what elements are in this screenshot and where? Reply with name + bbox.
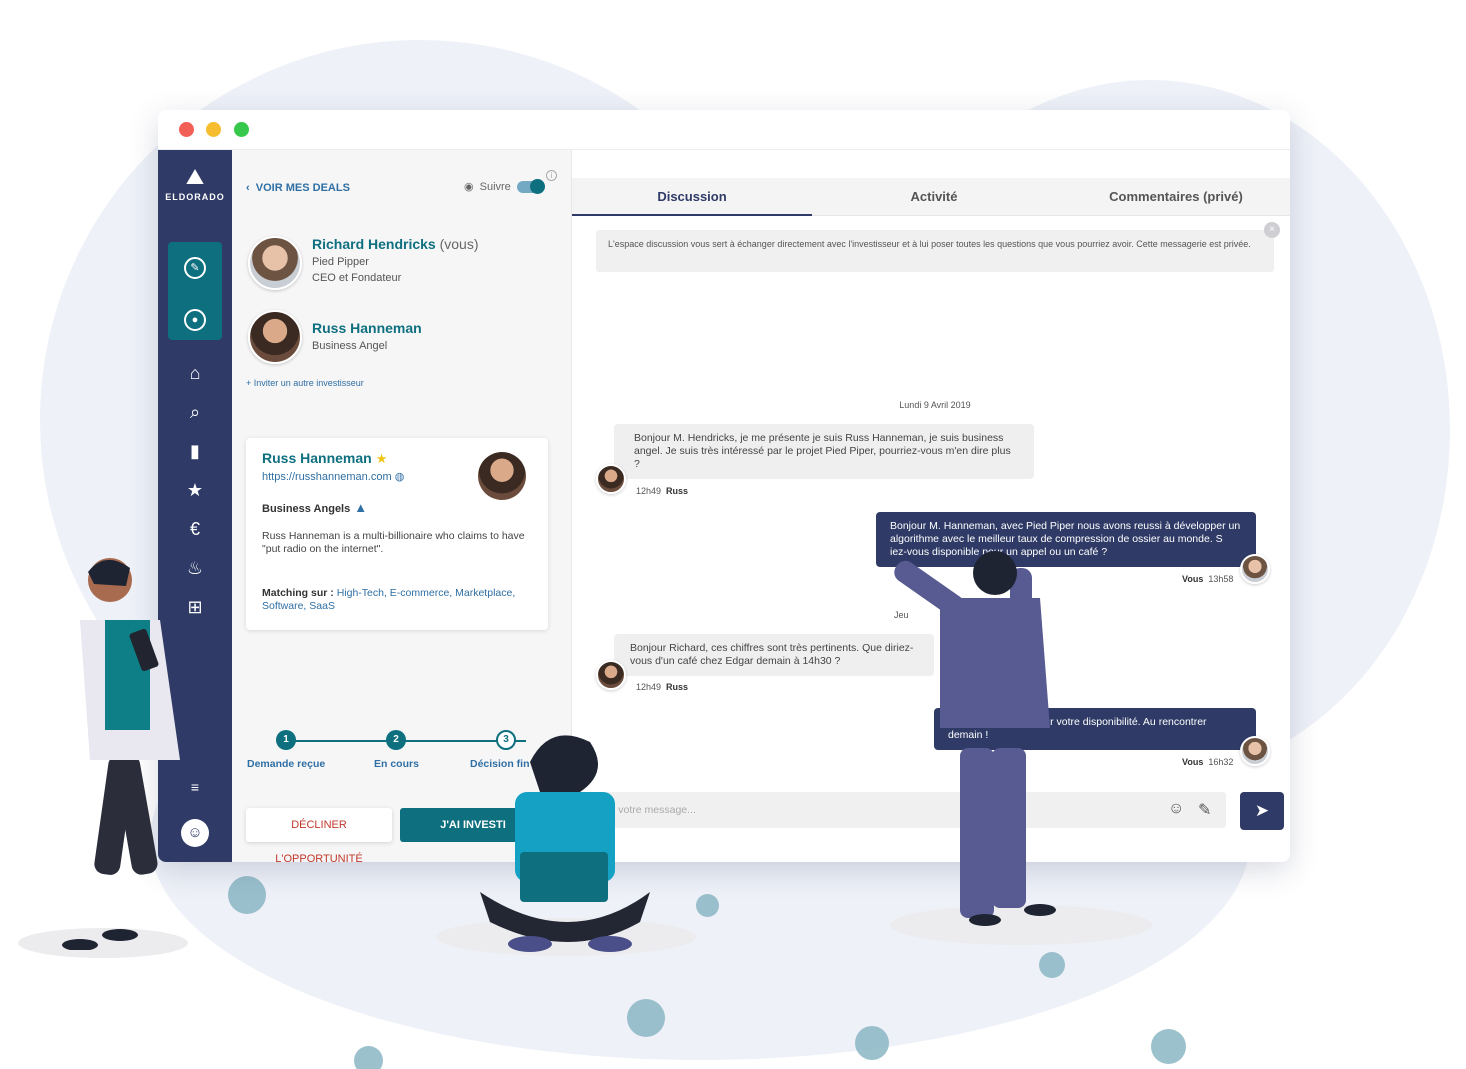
message-avatar	[596, 660, 626, 690]
decline-button[interactable]: DÉCLINER L'OPPORTUNITÉ	[246, 808, 392, 862]
card-matching: Matching sur : High-Tech, E-commerce, Ma…	[262, 587, 516, 612]
close-dot[interactable]	[179, 122, 194, 137]
step-2-label: En cours	[374, 758, 419, 770]
decor-circle	[228, 876, 266, 914]
app-window: ⛰ ELDORADO ✎ ● ⌂ ⌕ ▮ ★ € ♨ ⊞ ≡ ☺ ‹ VOIR …	[158, 110, 1290, 862]
invite-investor-link[interactable]: + Inviter un autre investisseur	[246, 378, 364, 388]
eye-icon: ◉	[464, 181, 474, 193]
tab-activite[interactable]: Activité	[814, 178, 1054, 216]
decor-circle	[696, 894, 719, 917]
illustration-man-right	[894, 551, 1056, 926]
decor-circle	[1039, 952, 1065, 978]
chat-notice: L'espace discussion vous sert à échanger…	[596, 230, 1274, 272]
send-button[interactable]: ➤	[1240, 792, 1284, 830]
back-link[interactable]: ‹ VOIR MES DEALS	[246, 182, 350, 194]
info-icon[interactable]: i	[546, 170, 557, 181]
book-icon[interactable]: ▮	[158, 436, 232, 466]
card-avatar	[478, 452, 526, 500]
minimize-dot[interactable]	[206, 122, 221, 137]
message-meta: Vous 13h58	[1182, 574, 1234, 584]
external-link-icon: ◍	[394, 471, 405, 483]
tab-bar: Discussion Activité Commentaires (privé)	[572, 178, 1290, 216]
avatar	[248, 236, 302, 290]
card-description: Russ Hanneman is a multi-billionaire who…	[262, 530, 525, 555]
search-icon[interactable]: ⌕	[158, 397, 232, 427]
back-label: VOIR MES DEALS	[255, 182, 350, 194]
message-avatar	[1240, 736, 1270, 766]
close-icon[interactable]: ×	[1264, 222, 1280, 238]
step-1: 1	[276, 730, 296, 750]
person-investor: Russ Hanneman Business Angel	[248, 310, 422, 364]
attachment-icon[interactable]: ✎	[1198, 800, 1211, 820]
message-meta: 12h49 Russ	[636, 486, 689, 496]
decor-circle	[627, 999, 665, 1037]
message-avatar	[1240, 554, 1270, 584]
investor-card: Russ Hanneman ★ https://russhanneman.com …	[246, 438, 548, 630]
person-company: Pied Pipper	[312, 256, 369, 268]
target-icon[interactable]: ●	[158, 302, 232, 332]
person-founder: Richard Hendricks (vous) Pied Pipper CEO…	[248, 236, 479, 290]
card-type: Business Angels ▲	[262, 500, 368, 515]
day-separator: Lundi 9 Avril 2019	[899, 400, 971, 410]
stage: ⛰ ELDORADO ✎ ● ⌂ ⌕ ▮ ★ € ♨ ⊞ ≡ ☺ ‹ VOIR …	[0, 0, 1466, 1069]
person-role: Business Angel	[312, 340, 388, 352]
logo-wordmark: ELDORADO	[165, 192, 225, 202]
mountain-logo-icon: ⛰	[185, 164, 205, 189]
step-2: 2	[386, 730, 406, 750]
illustration-man-left	[62, 558, 180, 950]
chevron-left-icon: ‹	[246, 182, 256, 194]
follow-label: Suivre	[479, 180, 511, 193]
follow-toggle[interactable]	[516, 178, 545, 194]
message-incoming: Bonjour M. Hendricks, je me présente je …	[614, 424, 1034, 479]
mountain-icon: ▲	[354, 500, 368, 515]
star-icon[interactable]: ★	[376, 451, 388, 466]
illustration-woman-sitting	[480, 735, 650, 952]
star-icon[interactable]: ★	[158, 475, 232, 505]
decor-circle	[1151, 1029, 1186, 1064]
titlebar	[158, 110, 1290, 150]
leaf-icon[interactable]: ✎	[158, 250, 232, 280]
tab-commentaires[interactable]: Commentaires (privé)	[1056, 178, 1290, 216]
person-name[interactable]: Russ Hanneman	[312, 320, 422, 336]
person-name[interactable]: Richard Hendricks (vous)	[312, 236, 479, 252]
maximize-dot[interactable]	[234, 122, 249, 137]
tab-discussion[interactable]: Discussion	[572, 178, 812, 216]
app-body: ⛰ ELDORADO ✎ ● ⌂ ⌕ ▮ ★ € ♨ ⊞ ≡ ☺ ‹ VOIR …	[158, 150, 1290, 862]
decor-circle	[354, 1046, 383, 1069]
follow-toggle-group[interactable]: ◉ Suivre	[464, 178, 545, 194]
message-meta: Vous 16h32	[1182, 757, 1234, 767]
card-url[interactable]: https://russhanneman.com ◍	[262, 470, 404, 483]
home-icon[interactable]: ⌂	[158, 358, 232, 388]
person-role: CEO et Fondateur	[312, 272, 402, 284]
logo[interactable]: ⛰ ELDORADO	[158, 164, 232, 203]
card-name[interactable]: Russ Hanneman ★	[262, 450, 387, 467]
step-1-label: Demande reçue	[247, 758, 326, 770]
message-meta: 12h49 Russ	[636, 682, 689, 692]
send-icon: ➤	[1254, 801, 1270, 820]
message-avatar	[596, 464, 626, 494]
emoji-icon[interactable]: ☺	[1168, 800, 1184, 818]
decor-circle	[855, 1026, 889, 1060]
avatar	[248, 310, 302, 364]
euro-icon[interactable]: €	[158, 514, 232, 544]
